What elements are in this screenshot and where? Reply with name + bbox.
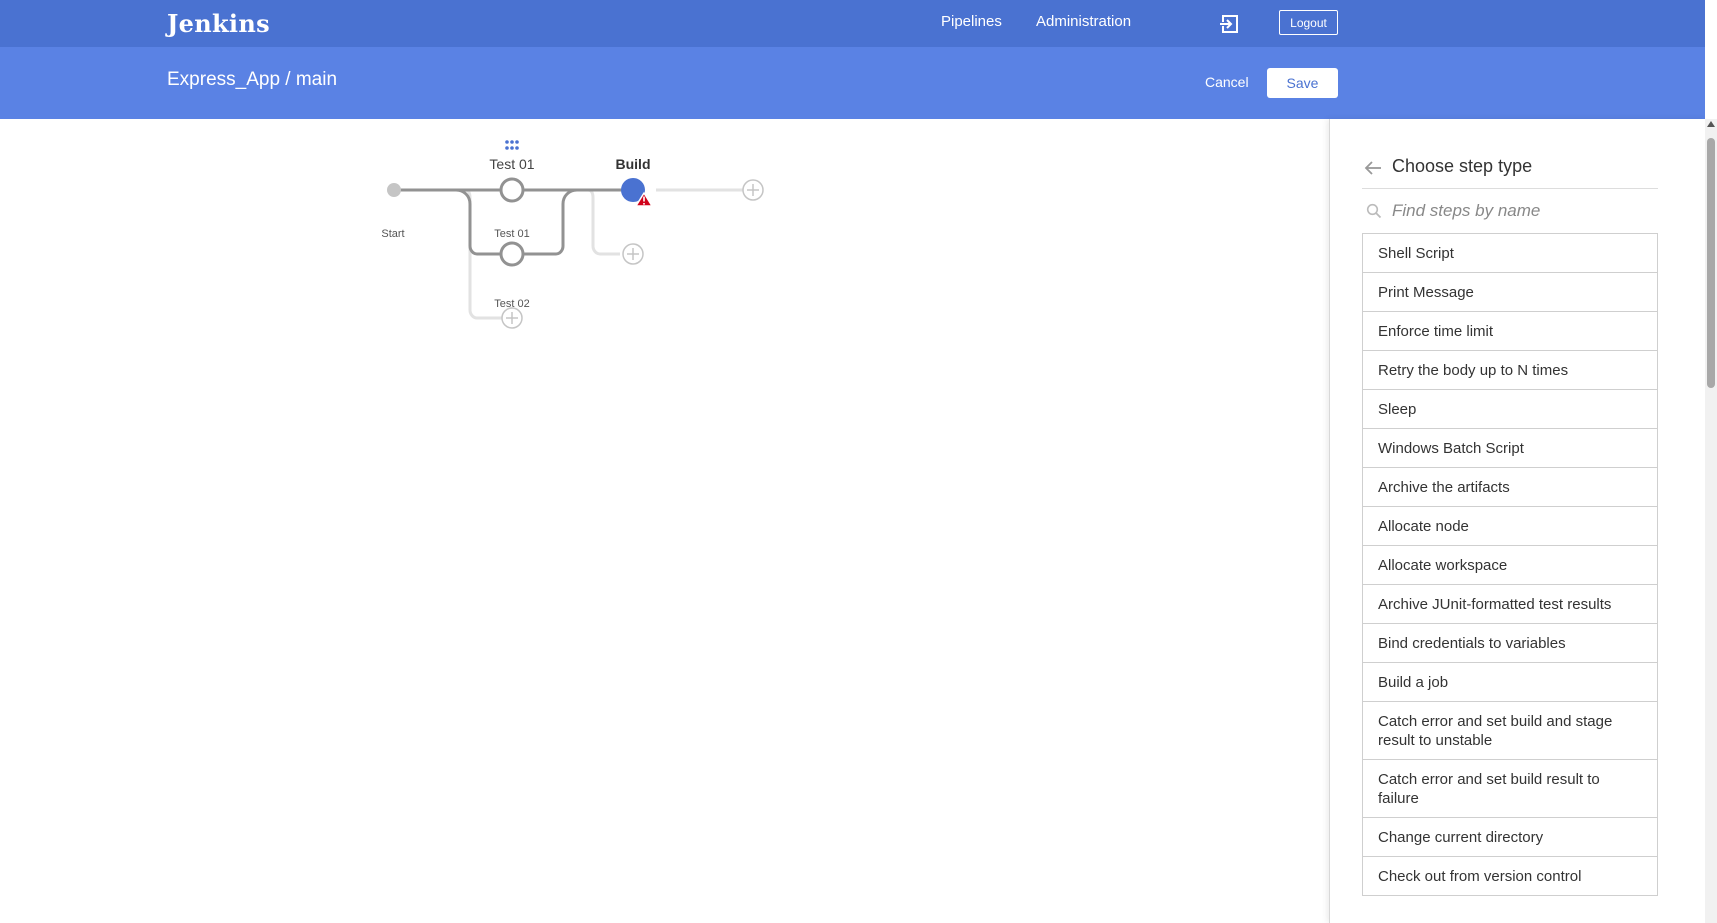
step-item-catch-error-unstable[interactable]: Catch error and set build and stage resu… xyxy=(1363,702,1657,760)
panel-title: Choose step type xyxy=(1392,156,1533,176)
step-item-retry[interactable]: Retry the body up to N times xyxy=(1363,351,1657,390)
search-icon xyxy=(1366,203,1382,219)
jenkins-logo[interactable]: Jenkins xyxy=(167,9,270,38)
stage-title-build[interactable]: Build xyxy=(616,156,651,172)
drag-handle-icon[interactable] xyxy=(505,140,519,150)
step-item-allocate-workspace[interactable]: Allocate workspace xyxy=(1363,546,1657,585)
add-stage-icon[interactable] xyxy=(742,179,764,201)
branch-label-test-02: Test 02 xyxy=(494,298,530,310)
step-item-enforce-time-limit[interactable]: Enforce time limit xyxy=(1363,312,1657,351)
step-type-panel: Choose step type Shell Script Print Mess… xyxy=(1329,119,1705,923)
add-parallel-build-icon[interactable] xyxy=(622,243,644,265)
step-item-shell-script[interactable]: Shell Script xyxy=(1363,234,1657,273)
back-arrow-icon[interactable] xyxy=(1362,157,1384,179)
cancel-button[interactable]: Cancel xyxy=(1205,74,1249,90)
add-parallel-test-icon[interactable] xyxy=(501,307,523,329)
pipeline-canvas: Test 01 Build Start Test 01 Test 02 xyxy=(0,119,1329,923)
start-label: Start xyxy=(381,228,405,240)
step-item-archive-artifacts[interactable]: Archive the artifacts xyxy=(1363,468,1657,507)
save-button[interactable]: Save xyxy=(1267,68,1338,98)
pipeline-graph xyxy=(387,140,764,329)
step-item-build-a-job[interactable]: Build a job xyxy=(1363,663,1657,702)
logout-button[interactable]: Logout xyxy=(1279,10,1338,35)
step-item-checkout-scm[interactable]: Check out from version control xyxy=(1363,857,1657,896)
panel-header: Choose step type xyxy=(1362,155,1658,189)
page-title: Express_App / main xyxy=(167,69,338,90)
step-item-archive-junit[interactable]: Archive JUnit-formatted test results xyxy=(1363,585,1657,624)
step-item-print-message[interactable]: Print Message xyxy=(1363,273,1657,312)
step-search-input[interactable] xyxy=(1392,197,1652,225)
nav-pipelines[interactable]: Pipelines xyxy=(941,13,1002,30)
page-scrollbar[interactable] xyxy=(1705,119,1717,923)
step-item-windows-batch-script[interactable]: Windows Batch Script xyxy=(1363,429,1657,468)
step-item-catch-error-failure[interactable]: Catch error and set build result to fail… xyxy=(1363,760,1657,818)
connector-line xyxy=(521,188,578,256)
stage-title-test[interactable]: Test 01 xyxy=(489,156,534,172)
test-01-node[interactable] xyxy=(499,177,525,203)
step-item-bind-credentials[interactable]: Bind credentials to variables xyxy=(1363,624,1657,663)
connector-line xyxy=(587,188,620,256)
connector-line xyxy=(455,188,502,256)
step-list: Shell Script Print Message Enforce time … xyxy=(1362,233,1658,896)
step-item-allocate-node[interactable]: Allocate node xyxy=(1363,507,1657,546)
scroll-up-icon[interactable] xyxy=(1707,121,1715,127)
nav-administration[interactable]: Administration xyxy=(1036,13,1131,30)
step-item-change-directory[interactable]: Change current directory xyxy=(1363,818,1657,857)
step-search xyxy=(1362,195,1658,229)
test-02-node[interactable] xyxy=(499,241,525,267)
exit-icon[interactable] xyxy=(1218,13,1240,35)
scrollbar-thumb[interactable] xyxy=(1707,138,1715,388)
step-item-sleep[interactable]: Sleep xyxy=(1363,390,1657,429)
top-navigation-bar: Jenkins Pipelines Administration Logout xyxy=(0,0,1705,47)
editor-header: Express_App / main Cancel Save xyxy=(0,47,1705,119)
branch-label-test-01: Test 01 xyxy=(494,228,530,240)
start-node[interactable] xyxy=(387,183,401,197)
